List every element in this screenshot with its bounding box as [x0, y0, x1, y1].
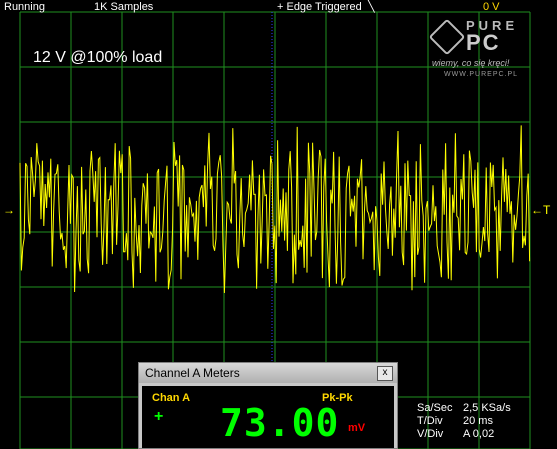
scope-annotation: 12 V @100% load — [33, 49, 162, 66]
meter-title-bar[interactable]: Channel A Meters — [139, 363, 397, 383]
close-button[interactable]: x — [377, 366, 393, 381]
trigger-level: 0 V — [483, 1, 500, 13]
logo-text-bottom: PC — [466, 30, 501, 55]
right-trigger-marker: ←T — [531, 203, 551, 217]
volts-per-div-value: A 0,02 — [463, 428, 495, 440]
logo-mark-icon — [428, 18, 466, 56]
logo-url: WWW.PUREPC.PL — [444, 71, 519, 78]
trigger-slope-icon: ╲ — [368, 1, 375, 13]
run-state: Running — [4, 1, 45, 13]
sample-count: 1K Samples — [94, 1, 154, 13]
channel-label: Chan A — [152, 392, 191, 404]
meter-display: Chan A Pk-Pk + 73.00 mV — [142, 386, 394, 448]
sample-rate-value: 2,5 KSa/s — [463, 402, 511, 414]
status-bar: Running 1K Samples + Edge Triggered ╲ 0 … — [0, 0, 557, 15]
sample-rate-label: Sa/Sec — [417, 402, 453, 414]
logo-tagline: wiemy, co się kręci! — [432, 58, 510, 68]
time-per-div-value: 20 ms — [463, 415, 493, 427]
volts-per-div-label: V/Div — [417, 428, 444, 440]
purepc-logo: PURE PC wiemy, co się kręci! WWW.PUREPC.… — [428, 18, 552, 80]
left-trigger-marker: → — [3, 203, 15, 217]
sign-indicator: + — [154, 408, 164, 425]
meter-value: 73.00 — [220, 401, 340, 445]
time-per-div-label: T/Div — [417, 415, 443, 427]
meter-unit: mV — [348, 422, 366, 434]
channel-a-meters-window[interactable]: Channel A Meters x Chan A Pk-Pk + 73.00 … — [138, 362, 398, 449]
timebase-settings: Sa/Sec 2,5 KSa/s T/Div 20 ms V/Div A 0,02 — [417, 402, 511, 441]
trigger-mode: + Edge Triggered — [277, 1, 362, 13]
